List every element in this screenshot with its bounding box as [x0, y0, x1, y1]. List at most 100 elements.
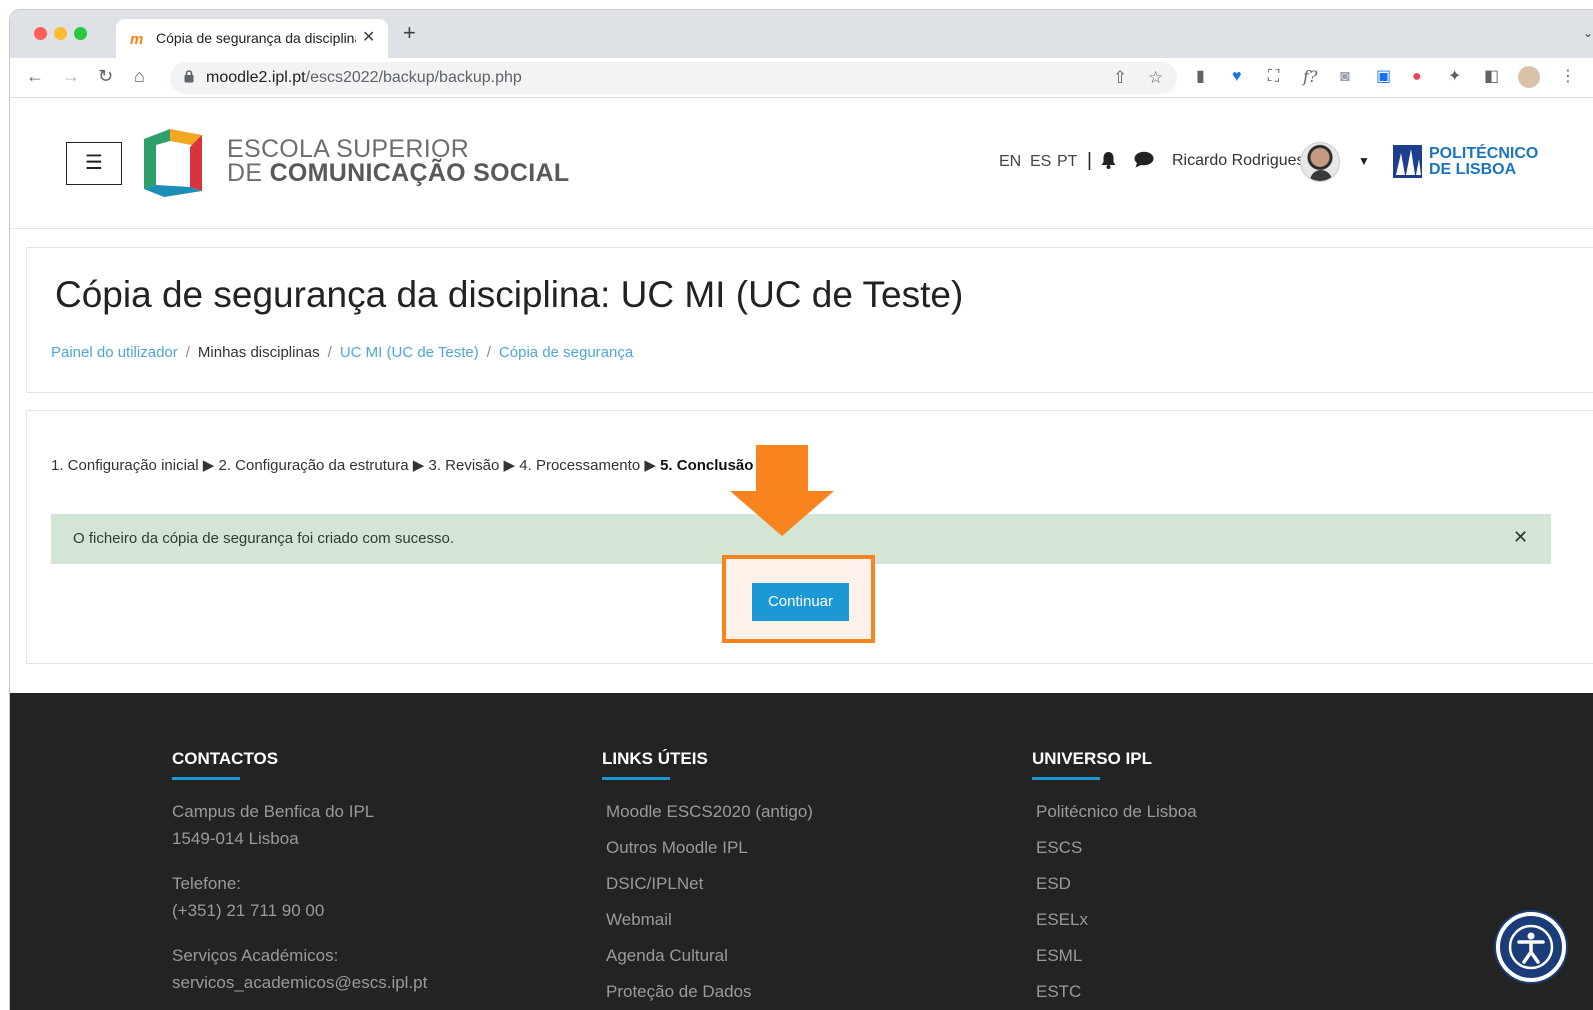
maximize-window-button[interactable]: [74, 27, 87, 40]
user-menu-caret-icon[interactable]: ▼: [1358, 154, 1370, 168]
breadcrumb-separator: /: [327, 344, 332, 361]
back-arrow-icon[interactable]: ←: [26, 66, 44, 86]
footer-link[interactable]: Agenda Cultural: [606, 946, 728, 966]
footer-links-title: LINKS ÚTEIS: [602, 749, 708, 768]
contact-services-label: Serviços Académicos:: [172, 946, 339, 965]
extension-shield-icon[interactable]: ♥: [1232, 67, 1242, 87]
footer-link[interactable]: Moodle ESCS2020 (antigo): [606, 802, 813, 822]
step-3: 3. Revisão: [428, 457, 500, 474]
address-bar[interactable]: moodle2.ipl.pt/escs2022/backup/backup.ph…: [170, 62, 1177, 94]
new-tab-icon[interactable]: +: [403, 22, 416, 44]
tab-close-icon[interactable]: ✕: [362, 27, 375, 47]
footer-underline: [1032, 777, 1100, 780]
step-arrow-icon: ▶: [503, 457, 516, 474]
browser-toolbar: ← → ↻ ⌂ moodle2.ipl.pt/escs2022/backup/b…: [10, 58, 1593, 98]
extension-red-icon[interactable]: ●: [1412, 67, 1422, 87]
footer-universe-title: UNIVERSO IPL: [1032, 749, 1152, 768]
separator: |: [1087, 150, 1092, 171]
footer-universe-link[interactable]: ESCS: [1036, 838, 1082, 858]
backup-content-card: 1. Configuração inicial ▶ 2. Configuraçã…: [26, 410, 1593, 664]
tab-strip: m Cópia de segurança da disciplina ✕ + ⌄: [10, 10, 1593, 58]
notifications-bell-icon[interactable]: [1100, 151, 1117, 174]
breadcrumb-course[interactable]: UC MI (UC de Teste): [340, 344, 479, 361]
site-header: ☰ ESCOLA SUPERIOR DE COMUNICAÇÃO SOCIAL …: [10, 99, 1593, 229]
language-en[interactable]: EN: [999, 153, 1021, 171]
breadcrumb-separator: /: [185, 344, 190, 361]
step-1: 1. Configuração inicial: [51, 457, 199, 474]
step-arrow-icon: ▶: [644, 457, 656, 474]
alert-message: O ficheiro da cópia de segurança foi cri…: [73, 530, 455, 547]
footer-link[interactable]: DSIC/IPLNet: [606, 874, 703, 894]
browser-tab[interactable]: m Cópia de segurança da disciplina ✕: [116, 19, 388, 58]
messages-chat-icon[interactable]: [1134, 151, 1154, 173]
breadcrumb-my-courses: Minhas disciplinas: [197, 344, 320, 361]
close-window-button[interactable]: [34, 27, 47, 40]
alert-close-icon[interactable]: ✕: [1513, 527, 1528, 548]
browser-menu-icon[interactable]: ⋮: [1560, 67, 1576, 87]
breadcrumb: Painel do utilizador / Minhas disciplinas /…: [51, 344, 633, 361]
backup-progress-steps: 1. Configuração inicial ▶ 2. Configuraçã…: [51, 456, 753, 474]
side-panel-icon[interactable]: ◧: [1484, 67, 1499, 87]
url-text: moodle2.ipl.pt/escs2022/backup/backup.ph…: [206, 69, 522, 86]
profile-avatar-icon[interactable]: [1518, 66, 1540, 88]
formula-icon[interactable]: f?: [1303, 67, 1318, 87]
footer-universe-link[interactable]: ESML: [1036, 946, 1082, 966]
footer-contacts: CONTACTOS: [172, 749, 278, 780]
footer-link[interactable]: Outros Moodle IPL: [606, 838, 748, 858]
step-arrow-icon: ▶: [412, 457, 425, 474]
forward-arrow-icon[interactable]: →: [62, 66, 80, 86]
breadcrumb-separator: /: [486, 344, 491, 361]
step-4: 4. Processamento: [519, 457, 641, 474]
pointer-arrow-head: [730, 491, 834, 536]
contact-phone: (+351) 21 711 90 00: [172, 901, 325, 920]
page-title: Cópia de segurança da disciplina: UC MI …: [55, 274, 964, 315]
accessibility-button[interactable]: [1496, 912, 1566, 982]
footer-underline: [172, 777, 240, 780]
drawer-menu-button[interactable]: ☰: [66, 142, 122, 185]
breadcrumb-dashboard[interactable]: Painel do utilizador: [51, 344, 178, 361]
page-header-card: Cópia de segurança da disciplina: UC MI …: [26, 247, 1593, 393]
minimize-window-button[interactable]: [54, 27, 67, 40]
escs-logo-icon: [144, 129, 202, 197]
user-name[interactable]: Ricardo Rodrigues: [1172, 152, 1305, 170]
footer-universe-link[interactable]: ESTC: [1036, 982, 1081, 1002]
contact-services-email[interactable]: servicos_academicos@escs.ipl.pt: [172, 973, 427, 993]
contact-address-1: Campus de Benfica do IPL: [172, 802, 375, 821]
accessibility-icon: [1508, 924, 1554, 970]
share-icon[interactable]: ⇧: [1113, 68, 1127, 88]
footer-universe: UNIVERSO IPL: [1032, 749, 1152, 780]
footer-link[interactable]: Webmail: [606, 910, 672, 930]
user-avatar[interactable]: [1300, 142, 1340, 182]
footer-universe-link[interactable]: Politécnico de Lisboa: [1036, 802, 1197, 822]
moodle-favicon-icon: m: [130, 31, 144, 48]
screenshot-icon[interactable]: ⛶: [1268, 67, 1279, 87]
tab-search-chevron-icon[interactable]: ⌄: [1583, 26, 1593, 40]
bookmark-star-icon[interactable]: ☆: [1148, 68, 1163, 88]
language-pt[interactable]: PT: [1057, 153, 1077, 171]
browser-window: m Cópia de segurança da disciplina ✕ + ⌄…: [10, 10, 1593, 1010]
site-footer: CONTACTOS Campus de Benfica do IPL 1549-…: [10, 693, 1593, 1010]
contact-address-2: 1549-014 Lisboa: [172, 829, 299, 848]
lock-icon: [184, 70, 194, 86]
footer-link[interactable]: Proteção de Dados: [606, 982, 752, 1002]
footer-universe-link[interactable]: ESD: [1036, 874, 1071, 894]
ipl-logo-icon: [1393, 145, 1422, 178]
home-icon[interactable]: ⌂: [134, 66, 145, 86]
step-5-current: 5. Conclusão: [660, 457, 754, 474]
puzzle-extensions-icon[interactable]: ✦: [1448, 67, 1461, 87]
camera-icon[interactable]: ◙: [1340, 67, 1350, 87]
tab-title: Cópia de segurança da disciplina: [156, 30, 356, 46]
language-es[interactable]: ES: [1030, 153, 1051, 171]
pointer-arrow-icon: [756, 445, 808, 491]
extension-bookmark-icon[interactable]: ▮: [1196, 67, 1205, 87]
footer-links: LINKS ÚTEIS: [602, 749, 708, 780]
breadcrumb-backup[interactable]: Cópia de segurança: [499, 344, 633, 361]
footer-universe-link[interactable]: ESELx: [1036, 910, 1088, 930]
hamburger-icon: ☰: [85, 152, 103, 174]
reload-icon[interactable]: ↻: [98, 66, 113, 86]
step-arrow-icon: ▶: [202, 457, 215, 474]
capture-icon[interactable]: ▣: [1376, 67, 1391, 87]
footer-contacts-title: CONTACTOS: [172, 749, 279, 768]
continue-button[interactable]: Continuar: [752, 583, 849, 621]
footer-underline: [602, 777, 670, 780]
